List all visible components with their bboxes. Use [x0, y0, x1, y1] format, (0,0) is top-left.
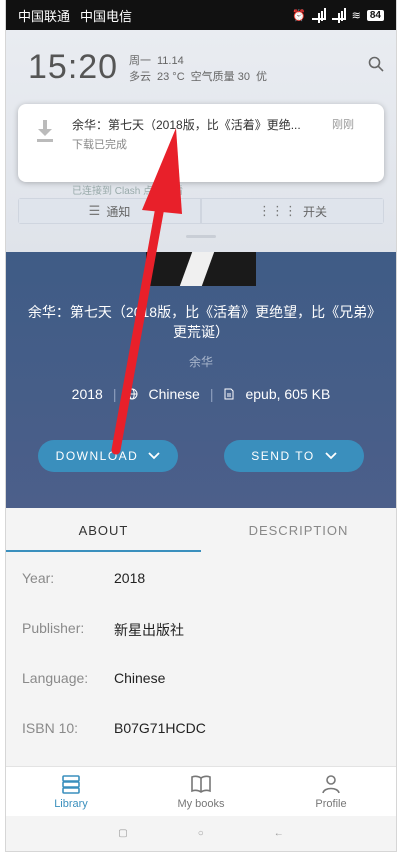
detail-value: 2018: [114, 570, 146, 586]
send-to-button[interactable]: SEND TO: [224, 440, 364, 472]
book-language: Chinese: [148, 386, 200, 402]
vpn-notification-text[interactable]: 已连接到 Clash 点击查看: [72, 182, 183, 197]
nav-library[interactable]: Library: [6, 767, 136, 816]
download-icon: [37, 120, 53, 142]
detail-label: Publisher:: [22, 620, 85, 636]
shade-tabs: ☰ 通知 ⋮⋮⋮ 开关: [18, 198, 384, 224]
wifi-icon: ≋: [351, 9, 361, 22]
status-bar: 中国联通 中国电信 ⏰ ≋ 84: [6, 0, 396, 30]
book-details-panel: ABOUT DESCRIPTION Year: 2018 Publisher: …: [6, 508, 396, 766]
detail-value: Chinese: [114, 670, 166, 686]
grid-icon: ⋮⋮⋮: [257, 203, 297, 218]
phone-screen: 中国联通 中国电信 ⏰ ≋ 84 15:20 周一 11.14 多云 23 °C 空气…: [6, 0, 396, 851]
open-book-icon: [191, 775, 211, 793]
book-author[interactable]: 余华: [6, 353, 396, 370]
detail-row-language: Language: Chinese: [6, 670, 396, 720]
air-quality: 空气质量 30: [190, 71, 250, 83]
back-icon[interactable]: ←: [274, 828, 284, 839]
detail-row-year: Year: 2018: [6, 570, 396, 620]
search-icon[interactable]: [368, 56, 384, 72]
tab-description[interactable]: DESCRIPTION: [201, 508, 396, 552]
battery-indicator: 84: [366, 9, 384, 21]
send-to-button-label: SEND TO: [251, 449, 315, 463]
weather: 多云: [129, 71, 151, 83]
notification-subtitle: 下载已完成: [72, 139, 127, 151]
notification-time: 刚刚: [332, 119, 354, 131]
detail-value: 新星出版社: [114, 622, 184, 638]
tab-switches[interactable]: ⋮⋮⋮ 开关: [201, 198, 384, 224]
file-icon: [224, 388, 234, 400]
tab-notifications-label: 通知: [106, 204, 131, 219]
alarm-icon: ⏰: [291, 9, 306, 22]
detail-row-publisher: Publisher: 新星出版社: [6, 620, 396, 670]
download-notification[interactable]: 余华：第七天（2018版，比《活着》更绝... 刚刚 下载已完成: [18, 104, 384, 182]
detail-label: Year:: [22, 570, 55, 586]
detail-row-isbn: ISBN 10: B07G71HCDC: [6, 720, 396, 770]
detail-value: B07G71HCDC: [114, 720, 206, 736]
library-icon: [62, 775, 80, 794]
nav-my-books-label: My books: [177, 798, 225, 810]
date: 11.14: [157, 55, 184, 67]
details-tabs: ABOUT DESCRIPTION: [6, 508, 396, 552]
carrier-1: 中国联通: [18, 8, 71, 24]
nav-my-books[interactable]: My books: [136, 767, 266, 816]
home-icon[interactable]: ○: [198, 828, 204, 839]
book-year: 2018: [71, 386, 103, 402]
notification-title: 余华：第七天（2018版，比《活着》更绝...: [72, 118, 301, 132]
person-icon: [322, 775, 340, 794]
temperature: 23 °C: [157, 71, 185, 83]
divider: |: [112, 386, 117, 402]
book-cover: [146, 252, 256, 286]
recents-icon[interactable]: ▢: [118, 828, 127, 839]
tab-about[interactable]: ABOUT: [6, 508, 201, 552]
shade-drag-handle[interactable]: [186, 235, 216, 238]
nav-profile[interactable]: Profile: [266, 767, 396, 816]
weekday: 周一: [129, 55, 151, 67]
signal-icon: [311, 8, 326, 20]
shade-date-weather: 周一 11.14 多云 23 °C 空气质量 30 优: [129, 53, 273, 85]
book-title: 余华：第七天（2018版，比《活着》更绝望，比《兄弟》更荒诞）: [27, 304, 375, 340]
tab-switches-label: 开关: [302, 204, 327, 219]
detail-label: Language:: [22, 670, 89, 686]
system-nav-bar: ▢ ○ ←: [6, 816, 396, 851]
book-format: epub, 605 KB: [245, 386, 331, 402]
nav-library-label: Library: [54, 798, 88, 810]
nav-profile-label: Profile: [315, 798, 347, 810]
details-list: Year: 2018 Publisher: 新星出版社 Language: Ch…: [6, 570, 396, 770]
download-button[interactable]: DOWNLOAD: [38, 440, 178, 472]
chevron-down-icon: [325, 452, 337, 460]
book-facts: 2018 | Chinese | epub, 605 KB: [6, 386, 396, 402]
detail-label: ISBN 10:: [22, 720, 79, 736]
tab-notifications[interactable]: ☰ 通知: [18, 198, 201, 224]
book-header: 余华：第七天（2018版，比《活着》更绝望，比《兄弟》更荒诞） 余华 2018 …: [6, 252, 396, 508]
list-icon: ☰: [88, 203, 101, 218]
globe-icon: [126, 388, 138, 400]
download-button-label: DOWNLOAD: [55, 449, 139, 463]
notification-shade[interactable]: 15:20 周一 11.14 多云 23 °C 空气质量 30 优 余华：第七天（201…: [6, 30, 396, 252]
signal-icon-2: [331, 8, 346, 20]
chevron-down-icon: [148, 452, 160, 460]
air-level: 优: [255, 71, 267, 83]
shade-clock: 15:20: [28, 48, 119, 86]
bottom-navigation: Library My books Profile: [6, 766, 396, 816]
carrier-2: 中国电信: [80, 8, 133, 24]
divider: |: [209, 386, 214, 402]
